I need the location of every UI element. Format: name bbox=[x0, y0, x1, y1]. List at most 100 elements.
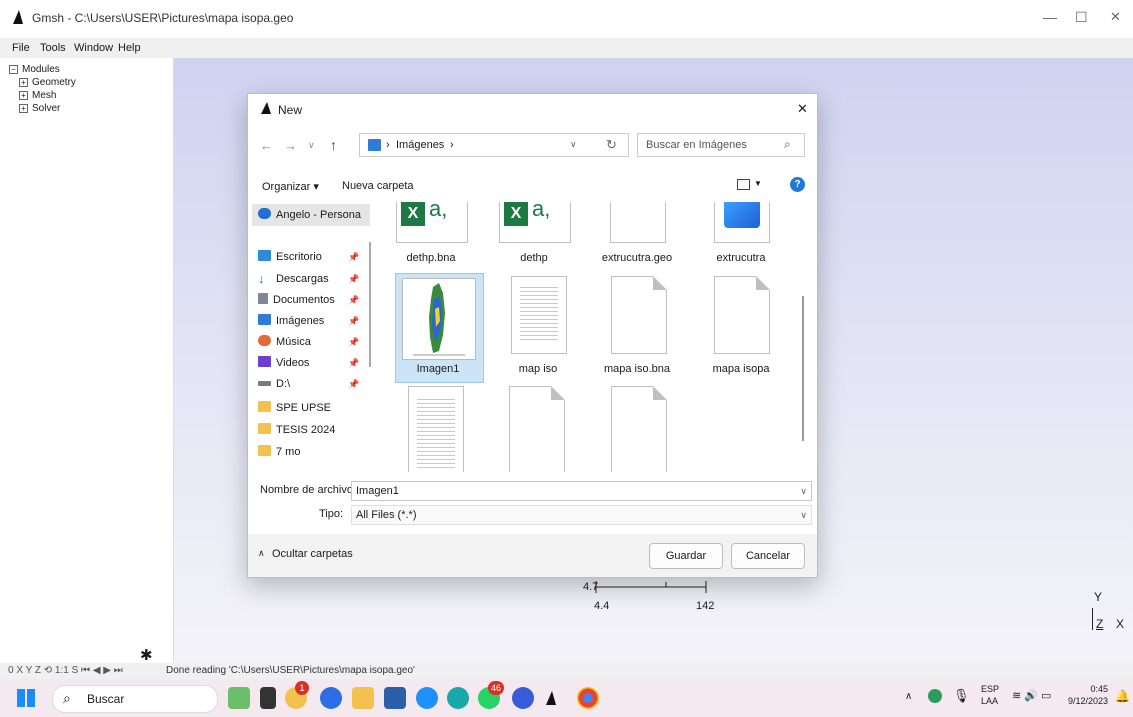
calculator-app-icon[interactable] bbox=[384, 687, 406, 709]
expand-icon[interactable]: + bbox=[19, 77, 28, 87]
dialog-close-button[interactable]: ✕ bbox=[797, 101, 808, 117]
tree-item-geometry[interactable]: + Geometry bbox=[19, 77, 76, 88]
status-toolbar-icons[interactable]: 0 X Y Z ⟲ 1:1 S ⏮ ◀ ▶ ⏭ bbox=[8, 665, 123, 676]
file-name[interactable]: mapa isopa bbox=[691, 363, 791, 375]
gmsh-taskbar-icon[interactable] bbox=[546, 691, 556, 705]
nav-item-pictures[interactable]: Imágenes bbox=[258, 312, 324, 330]
new-folder-button[interactable]: Nueva carpeta bbox=[342, 180, 414, 192]
maximize-button[interactable]: ☐ bbox=[1075, 9, 1088, 26]
file-explorer-icon[interactable] bbox=[352, 687, 374, 709]
file-name[interactable]: Imagen1 bbox=[388, 363, 488, 375]
help-icon[interactable]: ? bbox=[790, 177, 805, 192]
file-icon-generic[interactable] bbox=[509, 386, 565, 472]
browser-app-icon[interactable] bbox=[416, 687, 438, 709]
nav-item-downloads[interactable]: ↓ Descargas bbox=[258, 270, 329, 288]
file-name[interactable]: map iso bbox=[488, 363, 588, 375]
file-name[interactable]: dethp bbox=[484, 252, 584, 264]
nav-item-tesis-2024[interactable]: TESIS 2024 bbox=[258, 421, 335, 439]
gear-icon[interactable]: ✱ bbox=[140, 646, 153, 664]
tray-overflow-icon[interactable]: ∧ bbox=[905, 691, 912, 702]
file-type-select[interactable]: All Files (*.*) ∨ bbox=[351, 505, 812, 525]
back-arrow-icon[interactable]: ← bbox=[260, 138, 273, 153]
forward-arrow-icon[interactable]: → bbox=[284, 138, 297, 153]
nav-item-spe-upse[interactable]: SPE UPSE bbox=[258, 399, 331, 417]
notification-bell-icon[interactable]: 🔔 bbox=[1115, 689, 1130, 703]
people-app-icon[interactable]: 1 bbox=[285, 681, 309, 709]
file-list-scrollbar[interactable] bbox=[802, 296, 804, 441]
address-dropdown-icon[interactable]: ∨ bbox=[570, 139, 577, 150]
windows-start-icon[interactable] bbox=[17, 689, 35, 707]
network-volume-battery-icons[interactable]: ≋ 🔊 ▭ bbox=[1012, 689, 1051, 702]
file-icon-text[interactable] bbox=[511, 276, 567, 354]
pictures-icon bbox=[258, 314, 271, 325]
view-options-icon[interactable] bbox=[737, 179, 750, 190]
chat-app-icon[interactable] bbox=[320, 687, 342, 709]
minimize-button[interactable]: — bbox=[1043, 9, 1057, 25]
expand-icon[interactable]: + bbox=[19, 90, 28, 100]
save-dialog: New ✕ ← → ∨ ↑ › Imágenes › ∨ ↻ Buscar en… bbox=[247, 93, 818, 578]
nav-item-documents[interactable]: Documentos bbox=[258, 291, 335, 309]
store-app-icon[interactable] bbox=[260, 687, 276, 709]
tree-item-solver[interactable]: + Solver bbox=[19, 103, 60, 114]
file-icon-generic[interactable] bbox=[611, 386, 667, 472]
edge-browser-icon[interactable] bbox=[447, 687, 469, 709]
menu-window[interactable]: Window bbox=[74, 42, 113, 54]
dialog-titlebar: New ✕ bbox=[248, 94, 817, 124]
file-icon-generic[interactable] bbox=[610, 202, 666, 243]
up-arrow-icon[interactable]: ↑ bbox=[330, 137, 337, 153]
tray-app-icon[interactable] bbox=[928, 689, 942, 703]
nav-item-videos[interactable]: Videos bbox=[258, 354, 309, 372]
collapse-icon[interactable]: − bbox=[9, 64, 18, 74]
file-icon-excel[interactable]: X a, bbox=[499, 202, 571, 243]
close-window-button[interactable]: ✕ bbox=[1110, 9, 1121, 25]
nav-scrollbar[interactable] bbox=[369, 242, 371, 367]
search-icon: ⌕ bbox=[784, 137, 791, 151]
file-name[interactable]: extrucutra.geo bbox=[587, 252, 687, 264]
search-input[interactable]: Buscar en Imágenes ⌕ bbox=[637, 133, 805, 157]
file-icon-excel[interactable]: X a, bbox=[396, 202, 468, 243]
chevron-down-icon[interactable]: ∨ bbox=[800, 506, 807, 524]
nav-item-music[interactable]: Música bbox=[258, 333, 311, 351]
breadcrumb-pictures[interactable]: Imágenes bbox=[396, 139, 444, 151]
recent-dropdown-icon[interactable]: ∨ bbox=[308, 140, 315, 151]
drive-icon bbox=[258, 381, 271, 386]
organize-button[interactable]: Organizar ▾ bbox=[262, 180, 319, 193]
view-dropdown-icon[interactable]: ▼ bbox=[754, 179, 762, 188]
file-icon-app[interactable] bbox=[714, 202, 770, 243]
nav-item-7mo[interactable]: 7 mo bbox=[258, 443, 300, 461]
dialog-command-bar: Organizar ▾ Nueva carpeta ▼ ? bbox=[248, 172, 817, 202]
file-name[interactable]: extrucutra bbox=[691, 252, 791, 264]
chevron-up-icon[interactable]: ∧ bbox=[258, 548, 265, 559]
taskbar-search[interactable]: ⌕ Buscar bbox=[52, 685, 218, 713]
zoom-app-icon[interactable] bbox=[512, 687, 534, 709]
cancel-button[interactable]: Cancelar bbox=[731, 543, 805, 569]
filename-input[interactable]: Imagen1 ∨ bbox=[351, 481, 812, 501]
refresh-icon[interactable]: ↻ bbox=[606, 137, 617, 153]
nav-item-drive-d[interactable]: D:\ bbox=[258, 375, 290, 393]
expand-icon[interactable]: + bbox=[19, 103, 28, 113]
tree-item-mesh[interactable]: + Mesh bbox=[19, 90, 56, 101]
file-icon-generic[interactable] bbox=[611, 276, 667, 354]
language-indicator[interactable]: ESP LAA bbox=[981, 683, 999, 707]
whatsapp-icon[interactable]: 46 bbox=[478, 681, 504, 709]
menu-file[interactable]: File bbox=[12, 42, 30, 54]
file-icon-text[interactable] bbox=[408, 386, 464, 472]
notification-badge: 1 bbox=[295, 681, 309, 695]
menu-help[interactable]: Help bbox=[118, 42, 141, 54]
chrome-icon[interactable] bbox=[577, 687, 599, 709]
menu-tools[interactable]: Tools bbox=[40, 42, 66, 54]
nav-item-desktop[interactable]: Escritorio bbox=[258, 248, 322, 266]
file-name[interactable]: mapa iso.bna bbox=[587, 363, 687, 375]
tree-item-modules[interactable]: − Modules bbox=[9, 64, 60, 75]
address-bar[interactable]: › Imágenes › ∨ ↻ bbox=[359, 133, 629, 157]
clock[interactable]: 0:45 9/12/2023 bbox=[1060, 683, 1108, 707]
nav-item-onedrive[interactable]: Angelo - Persona bbox=[258, 206, 361, 224]
chevron-down-icon[interactable]: ∨ bbox=[800, 482, 807, 500]
hide-folders-button[interactable]: Ocultar carpetas bbox=[272, 548, 353, 560]
file-icon-image[interactable] bbox=[402, 278, 476, 360]
save-button[interactable]: Guardar bbox=[649, 543, 723, 569]
microphone-icon[interactable]: 🎙 bbox=[953, 688, 970, 704]
photos-app-icon[interactable] bbox=[228, 687, 250, 709]
file-name[interactable]: dethp.bna bbox=[381, 252, 481, 264]
file-icon-generic[interactable] bbox=[714, 276, 770, 354]
